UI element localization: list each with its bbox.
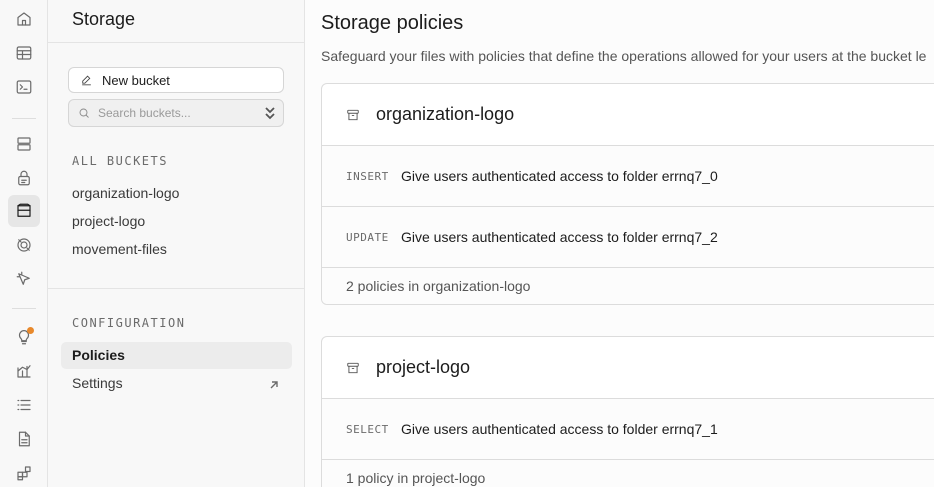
sidebar-item-policies[interactable]: Policies [61,342,292,369]
policy-operation: SELECT [346,422,389,436]
storage-sidebar: Storage New bucket ALL BUCKETS organizat… [48,0,305,487]
reports-icon[interactable] [14,361,34,381]
storage-icon[interactable] [8,195,40,227]
bucket-card-header: organization-logo [322,84,934,146]
search-icon [79,108,89,118]
logs-icon[interactable] [14,395,34,415]
all-buckets-heading: ALL BUCKETS [72,154,168,168]
home-icon[interactable] [14,9,34,29]
bucket-archive-icon [347,362,359,373]
page-description: Safeguard your files with policies that … [321,48,927,64]
bucket-archive-icon [347,109,359,120]
bucket-link-organization-logo[interactable]: organization-logo [72,185,179,201]
configuration-heading: CONFIGURATION [72,316,186,330]
sql-editor-icon[interactable] [14,77,34,97]
policy-operation: INSERT [346,169,389,183]
new-bucket-button[interactable]: New bucket [68,67,284,93]
policy-name: Give users authenticated access to folde… [401,168,718,184]
rail-divider [12,308,36,309]
notification-dot [27,327,34,334]
search-input[interactable] [98,106,258,120]
bucket-name: project-logo [376,357,471,377]
table-editor-icon[interactable] [14,43,34,63]
policies-label: Policies [72,347,125,363]
sort-chevrons-icon[interactable] [264,106,276,120]
realtime-icon[interactable] [14,235,34,255]
policy-row[interactable]: UPDATE Give users authenticated access t… [322,207,934,268]
advisors-icon[interactable] [14,327,34,347]
policy-count: 2 policies in organization-logo [322,268,934,304]
bucket-name: organization-logo [376,104,515,124]
page-title: Storage policies [321,12,464,34]
search-buckets [68,99,284,127]
bucket-card-header: project-logo [322,337,934,399]
bucket-card-project-logo: project-logo SELECT Give users authentic… [321,336,934,487]
database-icon[interactable] [14,134,34,154]
bucket-link-project-logo[interactable]: project-logo [72,213,145,229]
sidebar-divider [48,288,305,289]
sidebar-title: Storage [72,9,136,29]
external-link-icon[interactable] [268,378,280,390]
auth-icon[interactable] [14,168,34,188]
integrations-icon[interactable] [14,463,34,483]
api-docs-icon[interactable] [14,429,34,449]
rail-divider [12,118,36,119]
sidebar-item-settings[interactable]: Settings [72,375,123,391]
policy-row[interactable]: INSERT Give users authenticated access t… [322,146,934,207]
new-bucket-label: New bucket [102,72,170,88]
main-content: Storage policies Safeguard your files wi… [305,0,934,487]
edit-icon [82,75,91,85]
bucket-card-organization-logo: organization-logo INSERT Give users auth… [321,83,934,305]
bucket-link-movement-files[interactable]: movement-files [72,241,167,257]
policy-row[interactable]: SELECT Give users authenticated access t… [322,399,934,460]
policy-operation: UPDATE [346,230,389,244]
policy-name: Give users authenticated access to folde… [401,421,718,437]
edge-functions-icon[interactable] [14,269,34,289]
policy-count: 1 policy in project-logo [322,460,934,487]
policy-name: Give users authenticated access to folde… [401,229,718,245]
nav-rail [0,0,48,487]
sidebar-divider [48,42,305,43]
